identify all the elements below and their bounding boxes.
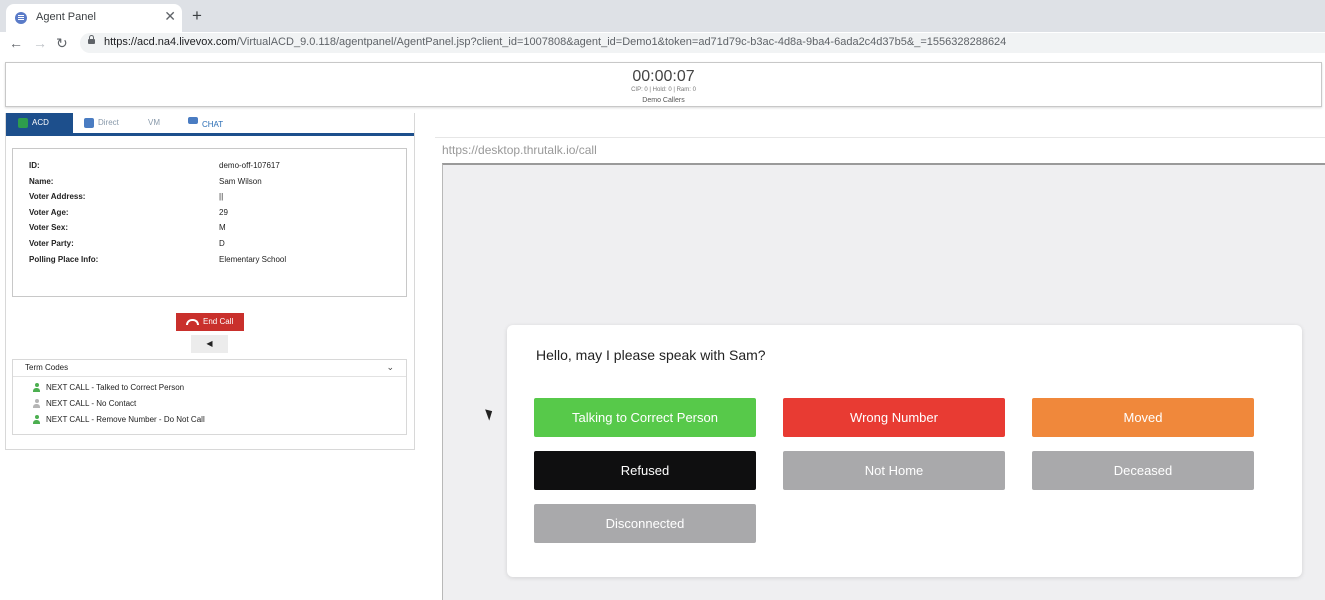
divider [435, 137, 1325, 138]
tab-direct-label: Direct [98, 118, 119, 127]
call-status-panel: 00:00:07 CIP: 0 | Hold: 0 | Ram: 0 Demo … [5, 62, 1322, 107]
info-value: demo-off-107617 [219, 161, 280, 170]
mute-button[interactable]: ◀ [191, 335, 228, 353]
disposition-card: Hello, may I please speak with Sam? Talk… [507, 325, 1302, 577]
disconnected-button[interactable]: Disconnected [534, 504, 756, 543]
panel-tabs: ACD Direct VM CHAT [6, 113, 414, 136]
tab-vm[interactable]: VM [148, 113, 160, 133]
term-codes-title: Term Codes [25, 363, 69, 372]
url-path: /VirtualACD_9.0.118/agentpanel/AgentPane… [236, 36, 1007, 48]
embedded-url: https://desktop.thrutalk.io/call [442, 143, 597, 157]
reload-icon[interactable]: ↻ [56, 34, 68, 52]
campaign-name: Demo Callers [642, 97, 685, 104]
term-codes-header[interactable]: Term Codes ⌄ [13, 360, 406, 377]
forward-arrow-icon[interactable]: → [33, 34, 47, 52]
call-timer: 00:00:07 [632, 68, 695, 85]
info-value: Sam Wilson [219, 177, 262, 186]
close-tab-icon[interactable]: ✕ [164, 9, 176, 23]
hang-up-icon [186, 319, 199, 325]
info-label: Voter Address: [29, 192, 86, 201]
term-code-label: NEXT CALL - No Contact [46, 399, 137, 408]
browser-tab-bar: Agent Panel ✕ + [0, 0, 1325, 32]
url-field[interactable]: https://acd.na4.livevox.com/VirtualACD_9… [80, 33, 1325, 53]
new-tab-icon[interactable]: + [192, 7, 202, 24]
person-icon [33, 399, 40, 408]
end-call-label: End Call [203, 317, 234, 326]
wrong-number-button[interactable]: Wrong Number [783, 398, 1005, 437]
talking-to-correct-person-button[interactable]: Talking to Correct Person [534, 398, 756, 437]
url-text: https://acd.na4.livevox.com/VirtualACD_9… [104, 36, 1006, 48]
not-home-button[interactable]: Not Home [783, 451, 1005, 490]
info-value: M [219, 223, 226, 232]
term-code-label: NEXT CALL - Remove Number - Do Not Call [46, 415, 205, 424]
tab-acd[interactable]: ACD [6, 113, 73, 133]
speaker-icon: ◀ [206, 339, 213, 348]
person-icon [33, 383, 40, 392]
term-codes-panel: Term Codes ⌄ NEXT CALL - Talked to Corre… [12, 359, 407, 435]
lock-icon [88, 35, 95, 44]
info-label: ID: [29, 161, 40, 170]
info-label: Polling Place Info: [29, 255, 99, 264]
url-host: https://acd.na4.livevox.com [104, 36, 237, 48]
info-value: D [219, 239, 225, 248]
deceased-button[interactable]: Deceased [1032, 451, 1254, 490]
info-value: Elementary School [219, 255, 287, 264]
person-icon [33, 415, 40, 424]
refused-button[interactable]: Refused [534, 451, 756, 490]
back-arrow-icon[interactable]: ← [9, 34, 23, 52]
tab-acd-label: ACD [32, 118, 49, 127]
term-code-label: NEXT CALL - Talked to Correct Person [46, 383, 185, 392]
page-favicon-icon [15, 12, 27, 24]
end-call-button[interactable]: End Call [176, 313, 244, 331]
tab-chat-label: CHAT [202, 120, 224, 129]
script-prompt: Hello, may I please speak with Sam? [536, 347, 766, 363]
info-label: Voter Party: [29, 239, 74, 248]
info-label: Voter Sex: [29, 223, 68, 232]
call-counts: CIP: 0 | Hold: 0 | Ram: 0 [631, 87, 696, 93]
chevron-down-icon[interactable]: ⌄ [386, 362, 394, 373]
phone-icon [84, 118, 94, 128]
address-bar: ← → ↻ https://acd.na4.livevox.com/Virtua… [0, 32, 1325, 54]
info-label: Name: [29, 177, 54, 186]
agent-panel: ACD Direct VM CHAT ID: demo-off-107617 N… [5, 113, 415, 450]
info-value: || [219, 192, 224, 201]
info-value: 29 [219, 208, 228, 217]
browser-tab-title: Agent Panel [36, 11, 96, 23]
chat-bubble-icon [188, 117, 198, 124]
phone-icon [18, 118, 28, 128]
browser-tab[interactable]: Agent Panel ✕ [6, 4, 182, 32]
voter-info-box: ID: demo-off-107617 Name: Sam Wilson Vot… [12, 148, 407, 297]
info-label: Voter Age: [29, 208, 69, 217]
moved-button[interactable]: Moved [1032, 398, 1254, 437]
